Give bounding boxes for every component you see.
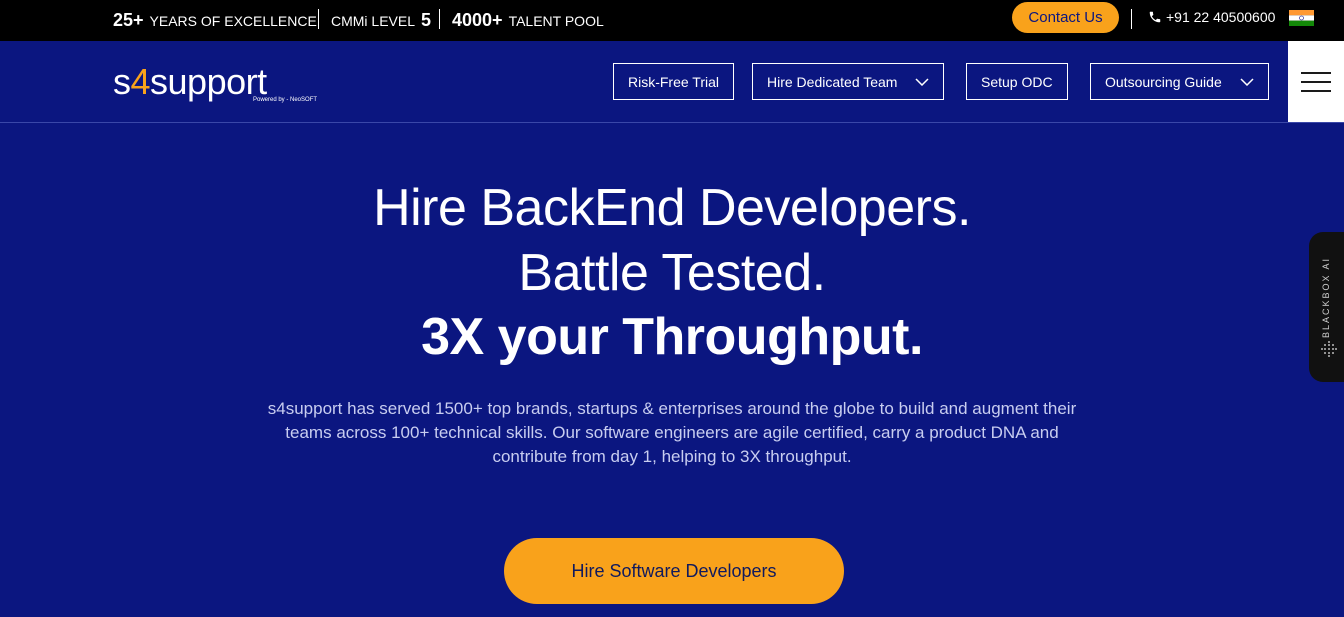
hire-software-developers-button[interactable]: Hire Software Developers bbox=[504, 538, 844, 604]
stat-cmmi-label: CMMi LEVEL bbox=[331, 12, 416, 29]
stat-cmmi: CMMi LEVEL 5 bbox=[331, 0, 431, 41]
india-flag-icon[interactable] bbox=[1289, 10, 1314, 26]
logo-support: support bbox=[150, 61, 267, 102]
phone-number: +91 22 40500600 bbox=[1166, 9, 1276, 25]
chevron-down-icon bbox=[1240, 77, 1254, 86]
stat-talent-label: TALENT POOL bbox=[508, 12, 604, 29]
nav-label: Hire Dedicated Team bbox=[767, 73, 898, 90]
stat-talent: 4000+ TALENT POOL bbox=[452, 0, 604, 41]
contact-us-button[interactable]: Contact Us bbox=[1012, 2, 1119, 33]
blackbox-ai-widget[interactable]: BLACKBOX AI bbox=[1309, 232, 1344, 382]
main-navbar: s 4 support Powered by - NeoSOFT Risk-Fr… bbox=[0, 41, 1344, 123]
divider bbox=[1131, 9, 1132, 29]
nav-label: Outsourcing Guide bbox=[1105, 73, 1222, 90]
phone-icon bbox=[1149, 11, 1161, 23]
top-bar: 25+ YEARS OF EXCELLENCE CMMi LEVEL 5 400… bbox=[0, 0, 1344, 41]
phone-link[interactable]: +91 22 40500600 bbox=[1148, 0, 1275, 34]
stat-years: 25+ YEARS OF EXCELLENCE bbox=[113, 0, 317, 41]
hero-description: s4support has served 1500+ top brands, s… bbox=[267, 399, 1077, 466]
nav-label: Risk-Free Trial bbox=[628, 73, 720, 90]
dots-grid-icon bbox=[1321, 341, 1337, 357]
stat-cmmi-number: 5 bbox=[421, 10, 432, 30]
stat-talent-number: 4000+ bbox=[452, 10, 503, 30]
logo-four: 4 bbox=[130, 61, 151, 102]
nav-outsourcing-guide[interactable]: Outsourcing Guide bbox=[1090, 63, 1269, 100]
nav-setup-odc[interactable]: Setup ODC bbox=[966, 63, 1068, 100]
logo-s: s bbox=[113, 61, 131, 102]
stat-years-label: YEARS OF EXCELLENCE bbox=[149, 12, 317, 29]
nav-risk-free-trial[interactable]: Risk-Free Trial bbox=[613, 63, 735, 100]
divider bbox=[318, 9, 319, 29]
stat-years-number: 25+ bbox=[113, 10, 144, 30]
hero-heading-line-2: Battle Tested. bbox=[518, 244, 826, 302]
hero-heading-line-3: 3X your Throughput. bbox=[421, 308, 923, 366]
logo-tagline: Powered by - NeoSOFT bbox=[253, 97, 318, 103]
nav-hire-dedicated-team[interactable]: Hire Dedicated Team bbox=[752, 63, 945, 100]
blackbox-ai-label: BLACKBOX AI bbox=[1321, 256, 1331, 338]
hamburger-menu-icon[interactable] bbox=[1288, 41, 1344, 122]
site-logo[interactable]: s 4 support Powered by - NeoSOFT bbox=[113, 61, 317, 109]
chevron-down-icon bbox=[915, 77, 930, 86]
hero-heading-line-1: Hire BackEnd Developers. bbox=[373, 179, 971, 237]
divider bbox=[439, 9, 440, 29]
nav-label: Setup ODC bbox=[981, 73, 1053, 90]
